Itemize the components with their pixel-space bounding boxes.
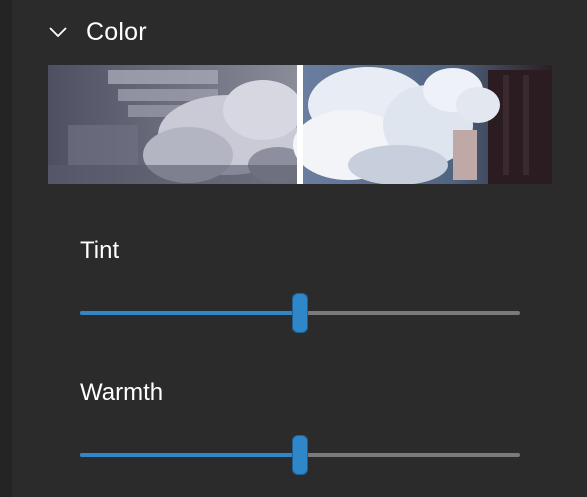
color-preview-strip	[48, 65, 552, 184]
scrollbar[interactable]	[0, 0, 12, 497]
tint-label: Tint	[80, 237, 120, 264]
color-section-header[interactable]: Color	[46, 14, 147, 50]
chevron-down-icon[interactable]	[46, 20, 70, 44]
tint-slider-fill	[80, 311, 300, 315]
warmth-slider-thumb[interactable]	[292, 435, 308, 475]
tint-slider-thumb[interactable]	[292, 293, 308, 333]
tint-slider[interactable]	[80, 293, 520, 333]
warmth-slider[interactable]	[80, 435, 520, 475]
warmth-slider-fill	[80, 453, 300, 457]
color-adjust-panel: Color Tint Warmth	[0, 0, 587, 497]
section-title: Color	[86, 17, 147, 46]
warmth-label: Warmth	[80, 379, 164, 406]
